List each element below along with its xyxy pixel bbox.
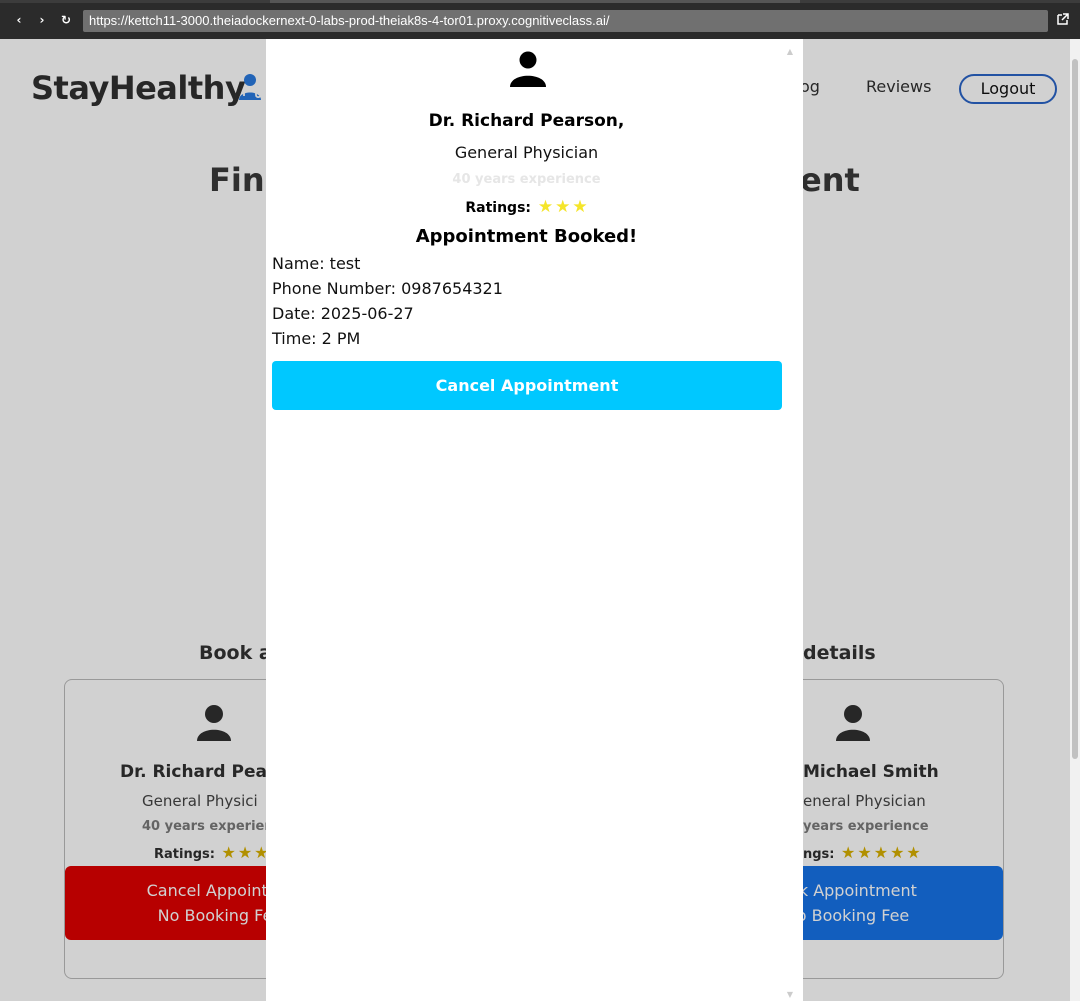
modal-scroll-down-arrow-icon[interactable]: ▼ [785,990,795,1000]
user-avatar-icon [510,51,546,87]
modal-doctor-name: Dr. Richard Pearson, [428,111,625,131]
booking-name: Name: test [272,254,361,273]
booking-time: Time: 2 PM [272,329,361,348]
open-external-icon[interactable] [1056,12,1070,26]
modal-doctor-speciality: General Physician [454,143,599,162]
booking-date: Date: 2025-06-27 [272,304,414,323]
scrollbar-thumb[interactable] [1072,59,1078,759]
booking-status-heading: Appointment Booked! [415,226,638,247]
browser-toolbar: ‹ › ↻ https://kettch11-3000.theiadockern… [0,0,1080,39]
tab-strip [0,0,1080,3]
address-bar[interactable]: https://kettch11-3000.theiadockernext-0-… [83,10,1048,32]
modal-cancel-appointment-button[interactable]: Cancel Appointment [272,361,782,410]
star-icon: ★ [572,197,588,217]
back-button[interactable]: ‹ [12,13,26,27]
star-icon: ★ [555,197,571,217]
page-scrollbar[interactable] [1070,39,1080,1001]
reload-button[interactable]: ↻ [59,13,73,27]
modal-doctor-experience: 40 years experience [452,172,601,187]
appointment-modal: Dr. Richard Pearson, General Physician 4… [266,39,803,1001]
ratings-label: Ratings: [465,200,531,216]
forward-button[interactable]: › [35,13,49,27]
active-tab[interactable] [270,0,800,3]
star-icon: ★ [537,197,554,217]
modal-scroll-up-arrow-icon[interactable]: ▲ [785,47,795,57]
booking-phone: Phone Number: 0987654321 [272,279,503,298]
modal-doctor-rating: Ratings: ★ ★ ★ [266,197,787,217]
